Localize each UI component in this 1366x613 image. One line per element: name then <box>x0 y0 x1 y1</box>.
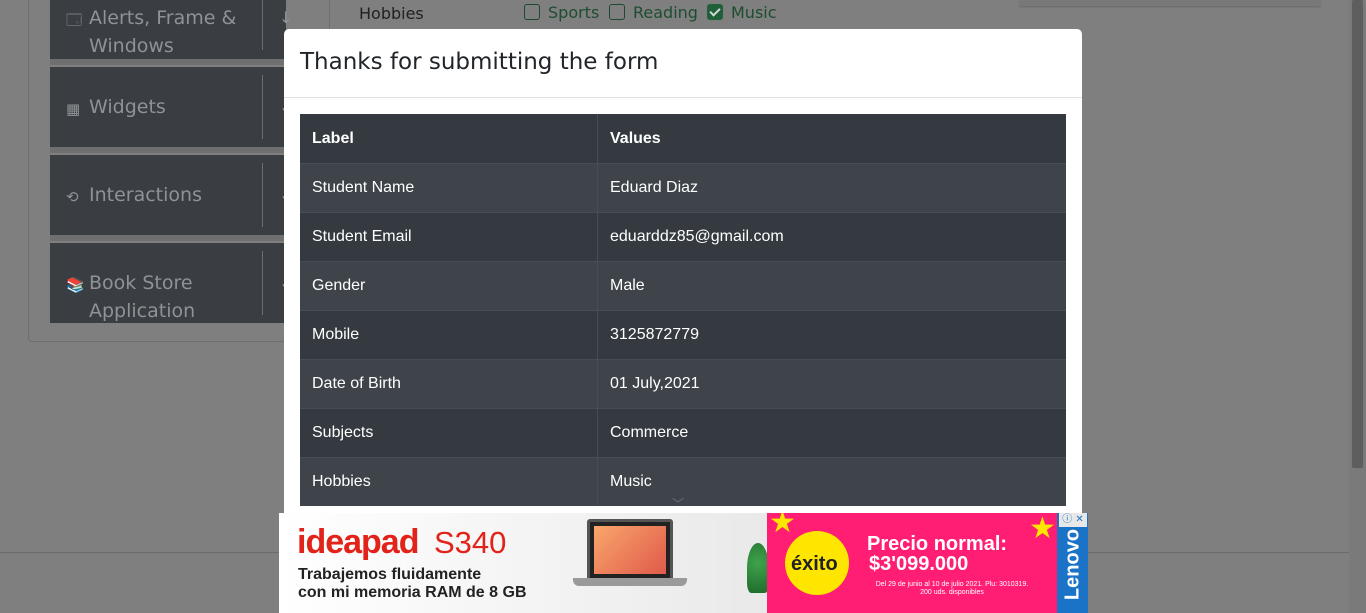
window-icon: 🗔 <box>66 11 83 29</box>
row-label: Hobbies <box>300 457 598 506</box>
row-value: 3125872779 <box>597 310 1066 360</box>
row-value: Male <box>597 261 1066 311</box>
exito-logo-text: éxito <box>791 553 838 575</box>
submission-table: Label Values Student Name Eduard Diaz St… <box>300 114 1066 506</box>
menu-divider <box>262 251 263 315</box>
ad-price: $3'099.000 <box>869 553 969 575</box>
row-value: Eduard Diaz <box>597 163 1066 213</box>
hobbies-label: Hobbies <box>359 4 424 23</box>
star-icon: ★ <box>769 513 796 540</box>
music-checkbox-label[interactable]: Music <box>731 3 777 22</box>
row-value: Music <box>597 457 1066 506</box>
ad-brand: ideapad <box>297 523 419 561</box>
table-row: Subjects Commerce <box>300 408 1066 458</box>
star-icon: ★ <box>1029 513 1056 546</box>
menu-separator <box>50 147 286 153</box>
row-label: Mobile <box>300 310 598 360</box>
laptop-image <box>587 519 673 581</box>
modal-header: Thanks for submitting the form <box>284 29 1082 98</box>
lenovo-sponsor-bar[interactable]: Lenovo <box>1057 513 1088 613</box>
ad-fine-print-1: Del 29 de junio al 10 de julio 2021. Plu… <box>875 581 1029 588</box>
menu-separator <box>50 59 286 65</box>
chevron-down-icon: ﹀ <box>672 497 685 511</box>
menu-divider <box>262 0 263 50</box>
row-value: 01 July,2021 <box>597 359 1066 409</box>
interactions-icon: ⟲ <box>66 188 79 206</box>
header-values: Values <box>597 114 1066 164</box>
ad-model: S340 <box>434 525 507 560</box>
lenovo-logo: Lenovo <box>1061 528 1084 601</box>
scrollbar-thumb[interactable] <box>1352 0 1363 468</box>
menu-group-widgets[interactable]: ▦ Widgets ↓ <box>50 67 292 147</box>
row-label: Gender <box>300 261 598 311</box>
menu-label-book-store-line1: Book Store <box>89 272 193 294</box>
table-row: Date of Birth 01 July,2021 <box>300 359 1066 409</box>
widgets-icon: ▦ <box>66 100 81 118</box>
table-row: Mobile 3125872779 <box>300 310 1066 360</box>
ad-banner[interactable]: ideapad S340 Trabajemos fluidamente con … <box>279 513 1088 613</box>
ad-fine-print-2: 200 uds. disponibles <box>920 589 984 596</box>
chevron-down-icon[interactable]: ↓ <box>279 8 292 27</box>
table-row: Student Name Eduard Diaz <box>300 163 1066 213</box>
row-value: eduarddz85@gmail.com <box>597 212 1066 262</box>
row-label: Date of Birth <box>300 359 598 409</box>
menu-group-book-store[interactable]: 📚 Book Store Application ↓ <box>50 243 292 323</box>
header-label: Label <box>300 114 598 164</box>
menu-label-interactions: Interactions <box>89 184 202 206</box>
modal-title: Thanks for submitting the form <box>300 49 659 75</box>
reading-checkbox-label[interactable]: Reading <box>633 3 698 22</box>
menu-label-alerts-line1: Alerts, Frame & <box>89 7 237 29</box>
books-icon: 📚 <box>66 276 85 294</box>
row-label: Subjects <box>300 408 598 458</box>
menu-label-book-store-line2: Application <box>89 300 196 322</box>
page-scrollbar[interactable] <box>1349 0 1366 613</box>
menu-divider <box>262 75 263 139</box>
menu-group-alerts[interactable]: 🗔 Alerts, Frame & Windows ↓ <box>50 0 292 59</box>
plant-image <box>747 543 769 593</box>
menu-label-widgets: Widgets <box>89 96 166 118</box>
menu-divider <box>262 163 263 227</box>
laptop-base-image <box>573 578 687 586</box>
row-label: Student Email <box>300 212 598 262</box>
reading-checkbox[interactable] <box>609 4 625 20</box>
ad-fine-print: Del 29 de junio al 10 de julio 2021. Plu… <box>857 581 1047 597</box>
right-ad-widget <box>1020 0 1320 6</box>
menu-label-alerts-line2: Windows <box>89 35 174 57</box>
table-row: Gender Male <box>300 261 1066 311</box>
sports-checkbox-label[interactable]: Sports <box>548 3 599 22</box>
adchoices-close-icon[interactable]: ⓘ ✕ <box>1059 513 1087 527</box>
menu-group-interactions[interactable]: ⟲ Interactions ↓ <box>50 155 292 235</box>
menu-separator <box>50 235 286 241</box>
row-label: Student Name <box>300 163 598 213</box>
ad-left-panel[interactable]: ideapad S340 Trabajemos fluidamente con … <box>279 513 769 613</box>
table-row: Student Email eduarddz85@gmail.com <box>300 212 1066 262</box>
music-checkbox[interactable] <box>707 4 723 20</box>
ad-tagline-1: Trabajemos fluidamente <box>298 566 482 583</box>
sports-checkbox[interactable] <box>524 4 540 20</box>
ad-tagline-2: con mi memoria RAM de 8 GB <box>298 584 527 601</box>
row-value: Commerce <box>597 408 1066 458</box>
table-header-row: Label Values <box>300 114 1066 164</box>
ad-right-panel[interactable]: ★ ★ éxito Precio normal: $3'099.000 Del … <box>767 513 1057 613</box>
